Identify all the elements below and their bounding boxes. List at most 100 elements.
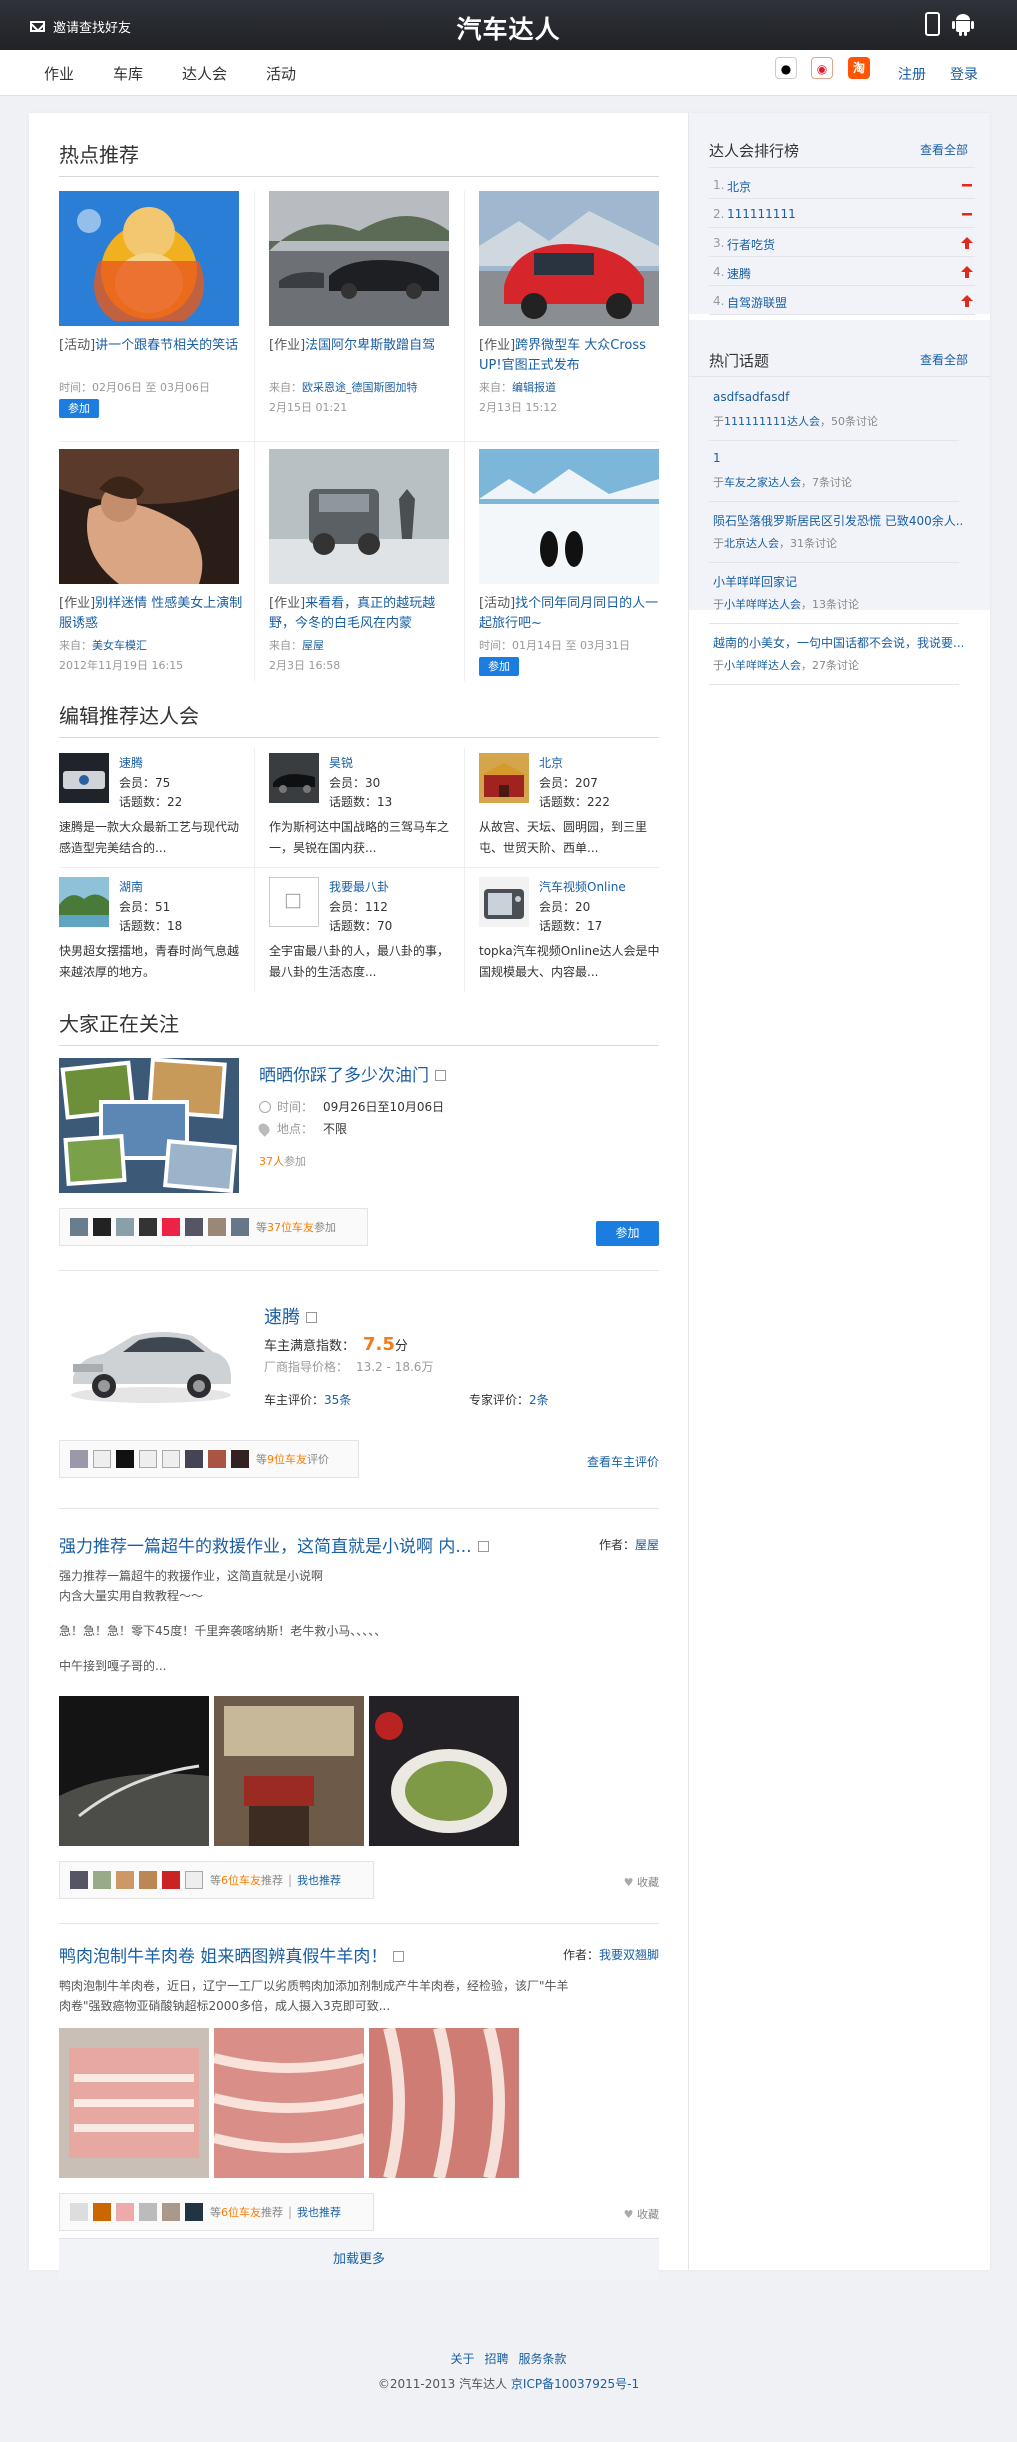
footer-about-link[interactable]: 关于 [450,2352,474,2366]
topic-item[interactable]: 1 于车友之家达人会，7条讨论 [709,441,959,502]
ranking-club-name[interactable]: 行者吃货 [727,236,775,253]
invite-friends-link[interactable]: 邀请查找好友 [30,17,131,36]
avatar[interactable] [231,1218,249,1236]
external-link-icon[interactable] [435,1070,446,1081]
post-title[interactable]: 强力推荐一篇超牛的救援作业，这简直就是小说啊 内... [59,1537,472,1557]
ranking-item[interactable]: 2. 111111111 [709,199,975,228]
topic-title[interactable]: 越南的小美女，一句中国话都不会说，我说要... [713,634,963,651]
source-link[interactable]: 欧采恩途_德国斯图加特 [302,381,418,394]
hot-card[interactable]: [活动]找个同年同月同日的人一起旅行吧~ 时间：01月14日 至 03月31日 … [479,449,679,705]
avatar[interactable] [139,2203,157,2221]
hot-card-title[interactable]: 讲一个跟春节相关的笑话 [95,338,238,353]
avatar[interactable] [70,1450,88,1468]
collect-button[interactable]: ♥ 收藏 [624,1874,659,1890]
avatar[interactable] [93,1218,111,1236]
avatar[interactable] [139,1871,157,1889]
topic-club-link[interactable]: 车友之家达人会 [724,476,801,489]
topic-title[interactable]: 1 [713,451,963,465]
post-image[interactable] [214,1696,364,1846]
club-item[interactable]: 昊锐 会员：30 话题数：13 作为斯柯达中国战略的三驾马车之一，昊锐在国内获.… [269,753,469,873]
avatar[interactable] [70,2203,88,2221]
external-link-icon[interactable] [393,1951,405,1962]
hot-card-title[interactable]: 法国阿尔卑斯散蹭自驾 [305,338,435,353]
topic-club-link[interactable]: 111111111达人会 [724,415,820,428]
hot-card-image[interactable] [479,191,659,326]
post-image[interactable] [212,2028,366,2178]
login-link[interactable]: 登录 [950,64,978,84]
club-name[interactable]: 速腾 [119,754,143,771]
nav-item-activities[interactable]: 活动 [266,63,296,84]
avatar[interactable] [162,1450,180,1468]
register-link[interactable]: 注册 [898,64,926,84]
footer-terms-link[interactable]: 服务条款 [519,2352,567,2366]
join-event-button[interactable]: 参加 [596,1221,659,1246]
join-button[interactable]: 参加 [479,657,519,676]
hot-card-image[interactable] [59,449,239,584]
club-item[interactable]: 北京 会员：207 话题数：222 从故宫、天坛、圆明园，到三里屯、世贸天阶、西… [479,753,679,873]
avatar[interactable] [162,1871,180,1889]
recommend-too-link[interactable]: 我也推荐 [297,2204,341,2220]
club-name[interactable]: 我要最八卦 [329,878,389,895]
avatar[interactable] [116,1871,134,1889]
external-link-icon[interactable] [306,1312,317,1323]
post-title[interactable]: 鸭肉泡制牛羊肉卷 姐来晒图辨真假牛羊肉！ [59,1947,387,1967]
ranking-club-name[interactable]: 速腾 [727,265,751,282]
event-title[interactable]: 晒晒你踩了多少次油门 [259,1066,429,1086]
avatar[interactable] [185,1450,203,1468]
topic-item[interactable]: 陨石坠落俄罗斯居民区引发恐慌 已致400余人... 于北京达人会，31条讨论 [709,502,963,563]
external-link-icon[interactable] [477,1541,489,1552]
source-link[interactable]: 美女车模汇 [92,639,147,652]
club-item[interactable]: 速腾 会员：75 话题数：22 速腾是一款大众最新工艺与现代动感造型完美结合的.… [59,753,259,873]
post-image[interactable] [59,2028,209,2178]
avatar[interactable] [93,1450,111,1468]
club-name[interactable]: 昊锐 [329,754,353,771]
avatar[interactable] [93,1871,111,1889]
taobao-icon[interactable]: 淘 [848,57,870,79]
topic-item[interactable]: 小羊咩咩回家记 于小羊咩咩达人会，13条讨论 [709,563,959,624]
ranking-club-name[interactable]: 111111111 [727,207,796,221]
footer-icp-link[interactable]: 京ICP备10037925号-1 [511,2377,639,2391]
car-title[interactable]: 速腾 [264,1307,300,1328]
source-link[interactable]: 屋屋 [302,639,324,652]
recommend-too-link[interactable]: 我也推荐 [297,1872,341,1888]
ranking-item[interactable]: 4. 速腾 [709,257,975,286]
avatar[interactable] [185,1218,203,1236]
topic-club-link[interactable]: 小羊咩咩达人会 [724,659,801,672]
avatar[interactable] [208,1218,226,1236]
topic-title[interactable]: 陨石坠落俄罗斯居民区引发恐慌 已致400余人... [713,512,963,529]
nav-item-homework[interactable]: 作业 [44,63,74,84]
author-link[interactable]: 我要双翘脚 [599,1948,659,1962]
hot-card[interactable]: [作业]别样迷情 性感美女上演制服诱惑 来自：美女车模汇 2012年11月19日… [59,449,259,705]
post-image[interactable] [59,1696,209,1846]
ranking-club-name[interactable]: 北京 [727,178,751,195]
club-name[interactable]: 湖南 [119,878,143,895]
footer-jobs-link[interactable]: 招聘 [484,2352,508,2366]
avatar[interactable] [70,1871,88,1889]
ranking-item[interactable]: 4. 自驾游联盟 [709,286,975,315]
hot-card-image[interactable] [59,191,239,326]
post-image[interactable] [369,2026,519,2180]
topic-club-link[interactable]: 北京达人会 [724,537,779,550]
avatar[interactable] [116,2203,134,2221]
topics-view-all[interactable]: 查看全部 [920,351,968,368]
avatar[interactable] [70,1218,88,1236]
club-item[interactable]: 汽车视频Online 会员：20 话题数：17 topka汽车视频Online达… [479,877,679,997]
hot-card-image[interactable] [269,449,449,584]
avatar[interactable] [162,2203,180,2221]
expert-reviews-link[interactable]: 2条 [529,1393,549,1407]
ranking-view-all[interactable]: 查看全部 [920,141,968,158]
topic-item[interactable]: asdfsadfasdf 于111111111达人会，50条讨论 [709,380,959,441]
author-link[interactable]: 屋屋 [635,1538,659,1552]
hot-card[interactable]: [作业]法国阿尔卑斯散蹭自驾 来自：欧采恩途_德国斯图加特 2月15日 01:2… [269,191,469,447]
collect-button[interactable]: ♥ 收藏 [624,2206,659,2222]
nav-item-garage[interactable]: 车库 [113,63,143,84]
android-icon[interactable] [952,12,974,36]
avatar[interactable] [116,1450,134,1468]
weibo-icon[interactable]: ◉ [811,57,833,79]
hot-card-image[interactable] [479,449,659,584]
club-item[interactable]: 湖南 会员：51 话题数：18 快男超女摆擂地，青春时尚气息越来越浓厚的地方。 [59,877,259,997]
club-name[interactable]: 汽车视频Online [539,878,626,895]
avatar[interactable] [139,1450,157,1468]
ranking-item[interactable]: 1. 北京 [709,170,975,199]
owner-reviews-link[interactable]: 35条 [324,1393,351,1407]
